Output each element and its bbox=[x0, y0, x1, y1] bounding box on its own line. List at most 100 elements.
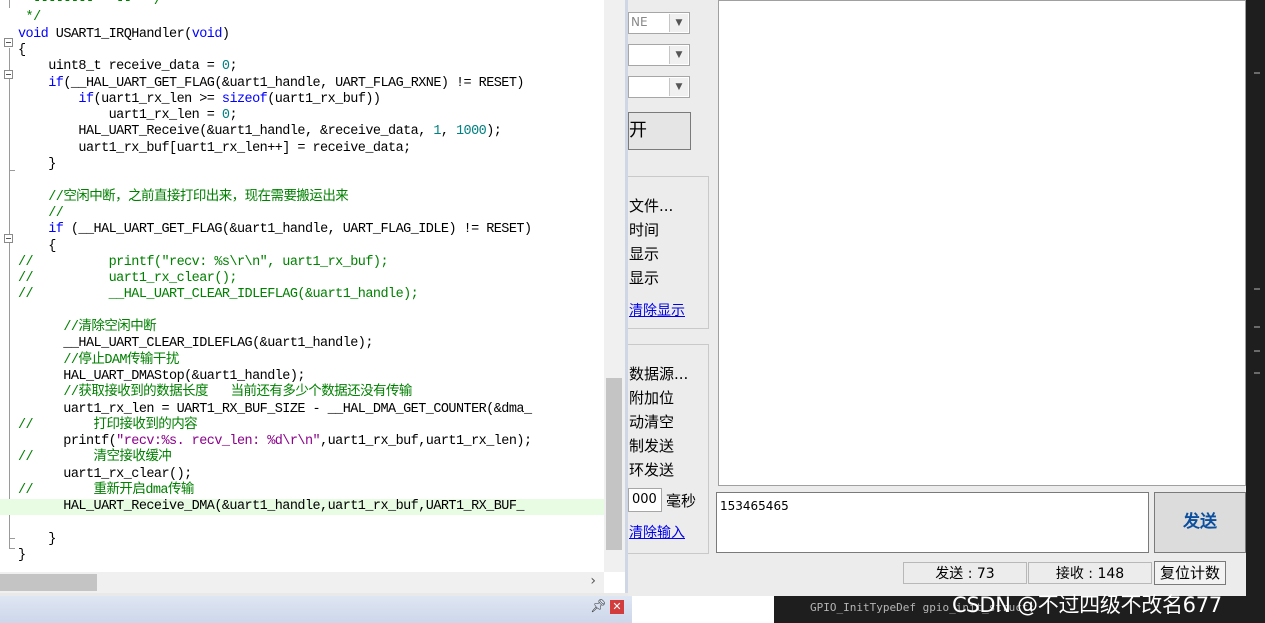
open-port-button[interactable]: 开 bbox=[628, 112, 691, 150]
hex-send-option[interactable]: 制发送 bbox=[629, 435, 674, 456]
code-token: HAL_UART_Receive_DMA(&uart1_handle,uart1… bbox=[18, 499, 524, 515]
code-line[interactable]: { bbox=[0, 239, 604, 255]
edge-mark bbox=[1254, 372, 1260, 374]
code-line[interactable]: // 重新开启dma传输 bbox=[0, 483, 604, 499]
code-editor[interactable]: -------- -- */ */void USART1_IRQHandler(… bbox=[0, 0, 628, 593]
code-line[interactable] bbox=[0, 516, 604, 532]
send-textarea[interactable]: 153465465 bbox=[716, 492, 1149, 553]
code-line[interactable]: { bbox=[0, 43, 604, 59]
send-button[interactable]: 发送 bbox=[1154, 492, 1246, 553]
code-line[interactable]: uint8_t receive_data = 0; bbox=[0, 59, 604, 75]
code-token: (__HAL_UART_GET_FLAG(&uart1_handle, UART… bbox=[63, 75, 524, 91]
clear-input-link[interactable]: 清除输入 bbox=[629, 522, 685, 542]
code-area[interactable]: -------- -- */ */void USART1_IRQHandler(… bbox=[0, 0, 604, 572]
close-icon[interactable]: ✕ bbox=[610, 600, 624, 614]
receive-settings-group: 文件... 时间 显示 显示 清除显示 bbox=[628, 176, 709, 329]
recv-to-file-option[interactable]: 文件... bbox=[629, 195, 673, 216]
code-token: if bbox=[78, 91, 94, 107]
code-line[interactable]: //空闲中断，之前直接打印出来，现在需要搬运出来 bbox=[0, 190, 604, 206]
edge-mark bbox=[1254, 350, 1260, 352]
serial-assistant-window: NE ▼ ▼ ▼ 开 文件... 时间 显示 显示 清除显示 数据源... 附加… bbox=[628, 0, 1265, 596]
loop-send-option[interactable]: 环发送 bbox=[629, 459, 674, 480]
code-line[interactable]: // 打印接收到的内容 bbox=[0, 418, 604, 434]
bottom-blank bbox=[632, 596, 774, 623]
code-line[interactable]: //清除空闲中断 bbox=[0, 320, 604, 336]
code-line[interactable]: uart1_rx_len = UART1_RX_BUF_SIZE - __HAL… bbox=[0, 402, 604, 418]
code-line[interactable]: HAL_UART_Receive(&uart1_handle, &receive… bbox=[0, 124, 604, 140]
code-line[interactable]: } bbox=[0, 157, 604, 173]
code-line[interactable] bbox=[0, 173, 604, 189]
code-line[interactable]: */ bbox=[0, 10, 604, 26]
code-line[interactable]: // 清空接收缓冲 bbox=[0, 450, 604, 466]
background-code-strip: GPIO_InitTypeDef gpio_init_struct; CSDN … bbox=[774, 593, 1265, 623]
code-token: } bbox=[18, 157, 56, 172]
code-token: //停止DAM传输干扰 bbox=[63, 352, 179, 368]
append-bits-option[interactable]: 附加位 bbox=[629, 387, 674, 408]
hex-display-option[interactable]: 显示 bbox=[629, 243, 659, 264]
code-line[interactable]: HAL_UART_Receive_DMA(&uart1_handle,uart1… bbox=[0, 499, 604, 516]
pause-display-option[interactable]: 显示 bbox=[629, 267, 659, 288]
code-line[interactable]: HAL_UART_DMAStop(&uart1_handle); bbox=[0, 369, 604, 385]
period-input[interactable]: 000 bbox=[628, 488, 662, 512]
code-line[interactable]: } bbox=[0, 548, 604, 564]
code-line[interactable]: if(__HAL_UART_GET_FLAG(&uart1_handle, UA… bbox=[0, 76, 604, 92]
code-line[interactable]: void USART1_IRQHandler(void) bbox=[0, 27, 604, 43]
parity-select[interactable]: NE ▼ bbox=[628, 12, 690, 34]
reset-count-button[interactable]: 复位计数 bbox=[1154, 561, 1226, 585]
code-token: // printf("recv: %s\r\n", uart1_rx_buf); bbox=[18, 254, 389, 270]
stopbits-select[interactable]: ▼ bbox=[628, 44, 690, 66]
scroll-right-arrow-icon[interactable]: › bbox=[590, 573, 596, 589]
code-line[interactable]: if(uart1_rx_len >= sizeof(uart1_rx_buf)) bbox=[0, 92, 604, 108]
code-token: __HAL_UART_CLEAR_IDLEFLAG(&uart1_handle)… bbox=[18, 336, 373, 352]
code-token: printf( bbox=[18, 434, 117, 450]
code-line[interactable]: //停止DAM传输干扰 bbox=[0, 353, 604, 369]
code-line[interactable]: // uart1_rx_clear(); bbox=[0, 271, 604, 287]
code-line[interactable]: //获取接收到的数据长度 当前还有多少个数据还没有传输 bbox=[0, 385, 604, 401]
code-line[interactable]: -------- -- */ bbox=[0, 0, 604, 10]
chevron-down-icon[interactable]: ▼ bbox=[669, 78, 688, 96]
receive-textarea[interactable] bbox=[718, 0, 1246, 486]
edge-mark bbox=[1254, 326, 1260, 328]
horizontal-scrollbar[interactable]: › bbox=[0, 572, 604, 593]
code-line[interactable]: // bbox=[0, 206, 604, 222]
vertical-scroll-thumb[interactable] bbox=[606, 378, 622, 550]
output-panel-header: 📌︎ ✕ bbox=[0, 596, 632, 623]
code-line[interactable]: uart1_rx_len = 0; bbox=[0, 108, 604, 124]
code-line[interactable]: uart1_rx_buf[uart1_rx_len++] = receive_d… bbox=[0, 141, 604, 157]
code-token: uart1_rx_clear(); bbox=[18, 466, 192, 482]
code-token: } bbox=[18, 548, 26, 564]
pin-icon[interactable]: 📌︎ bbox=[590, 599, 607, 614]
code-line[interactable]: printf("recv:%s. recv_len: %d\r\n",uart1… bbox=[0, 434, 604, 450]
chevron-down-icon[interactable]: ▼ bbox=[669, 46, 688, 64]
code-line[interactable]: // __HAL_UART_CLEAR_IDLEFLAG(&uart1_hand… bbox=[0, 287, 604, 303]
clear-display-link[interactable]: 清除显示 bbox=[629, 300, 685, 320]
horizontal-scroll-thumb[interactable] bbox=[0, 574, 97, 591]
code-line[interactable]: uart1_rx_clear(); bbox=[0, 467, 604, 483]
send-settings-group: 数据源... 附加位 动清空 制发送 环发送 清除输入 bbox=[628, 344, 709, 554]
period-unit-label: 毫秒 bbox=[666, 492, 697, 510]
code-token: ,uart1_rx_buf,uart1_rx_len); bbox=[320, 434, 532, 450]
code-token: (uart1_rx_buf)) bbox=[267, 91, 381, 107]
code-line[interactable]: } bbox=[0, 532, 604, 548]
flow-select[interactable]: ▼ bbox=[628, 76, 690, 98]
code-token: void bbox=[18, 26, 49, 42]
show-time-option[interactable]: 时间 bbox=[629, 219, 659, 240]
code-line[interactable] bbox=[0, 304, 604, 320]
tx-count-label: 发送 : 73 bbox=[903, 562, 1027, 584]
code-token: //清除空闲中断 bbox=[63, 320, 157, 335]
code-line[interactable]: __HAL_UART_CLEAR_IDLEFLAG(&uart1_handle)… bbox=[0, 336, 604, 352]
code-line[interactable]: if (__HAL_UART_GET_FLAG(&uart1_handle, U… bbox=[0, 222, 604, 238]
code-token: // 清空接收缓冲 bbox=[18, 450, 172, 466]
code-token: { bbox=[18, 42, 26, 58]
file-data-source-option[interactable]: 数据源... bbox=[629, 363, 688, 384]
edge-mark bbox=[1254, 288, 1260, 290]
code-line[interactable]: // printf("recv: %s\r\n", uart1_rx_buf); bbox=[0, 255, 604, 271]
vertical-scrollbar[interactable] bbox=[604, 0, 625, 572]
chevron-down-icon[interactable]: ▼ bbox=[669, 14, 688, 32]
auto-clear-option[interactable]: 动清空 bbox=[629, 411, 674, 432]
